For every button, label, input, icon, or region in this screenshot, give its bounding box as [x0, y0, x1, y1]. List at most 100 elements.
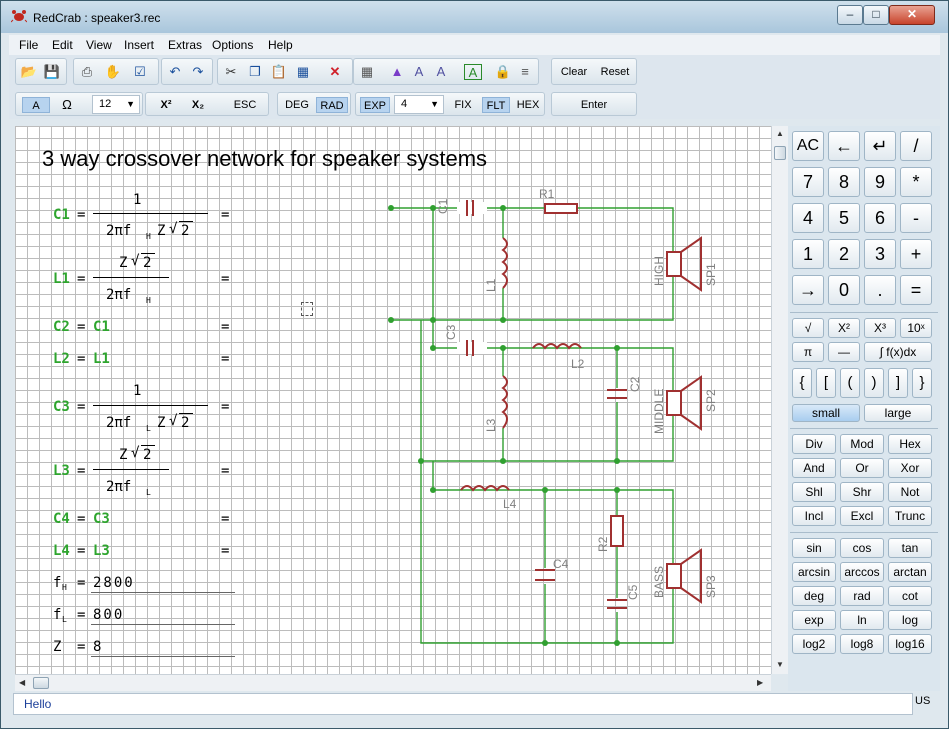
trunc-button[interactable]: Trunc — [888, 506, 932, 526]
assign-arrow-button[interactable]: → — [792, 275, 824, 305]
undo-icon[interactable]: ↶ — [166, 64, 184, 80]
incl-button[interactable]: Incl — [792, 506, 836, 526]
horizontal-scrollbar[interactable]: ◀ ▶ — [15, 674, 771, 691]
fl-value[interactable]: 800 — [93, 607, 124, 623]
grid-icon[interactable]: ▦ — [358, 64, 376, 80]
exp-button[interactable]: EXP — [360, 97, 390, 113]
fh-value[interactable]: 2800 — [93, 575, 135, 591]
hex-button[interactable]: Hex — [888, 434, 932, 454]
backspace-button[interactable]: ← — [828, 131, 860, 161]
deg-button[interactable]: DEG — [282, 97, 312, 113]
clear-button[interactable]: Clear — [556, 64, 592, 80]
ln-button[interactable]: ln — [840, 610, 884, 630]
minimize-button[interactable]: – — [837, 5, 863, 25]
excl-button[interactable]: Excl — [840, 506, 884, 526]
omega-button[interactable]: Ω — [56, 97, 78, 113]
equals-button[interactable]: = — [900, 275, 932, 305]
scroll-up-icon[interactable]: ▲ — [776, 129, 784, 138]
cot-button[interactable]: cot — [888, 586, 932, 606]
arcsin-button[interactable]: arcsin — [792, 562, 836, 582]
open-folder-icon[interactable]: 📂 — [20, 64, 38, 80]
mod-button[interactable]: Mod — [840, 434, 884, 454]
div-button[interactable]: Div — [792, 434, 836, 454]
close-button[interactable]: ✕ — [889, 5, 935, 25]
small-button[interactable]: small — [792, 404, 860, 422]
table-icon[interactable]: ▦ — [294, 64, 312, 80]
key-1[interactable]: 1 — [792, 239, 824, 269]
key-8[interactable]: 8 — [828, 167, 860, 197]
menu-view[interactable]: View — [86, 38, 112, 52]
exp-func-button[interactable]: exp — [792, 610, 836, 630]
log8-button[interactable]: log8 — [840, 634, 884, 654]
maximize-button[interactable]: □ — [863, 5, 889, 25]
shl-button[interactable]: Shl — [792, 482, 836, 502]
deg-func-button[interactable]: deg — [792, 586, 836, 606]
vertical-scroll-thumb[interactable] — [774, 146, 786, 160]
brace-close-button[interactable]: } — [912, 368, 932, 398]
enter-button[interactable]: Enter — [556, 97, 632, 113]
rad-func-button[interactable]: rad — [840, 586, 884, 606]
superscript-button[interactable]: X² — [154, 97, 178, 113]
redo-icon[interactable]: ↷ — [189, 64, 207, 80]
plus-button[interactable]: + — [900, 239, 932, 269]
text-box-icon[interactable]: A — [464, 64, 482, 80]
minus-button[interactable]: - — [900, 203, 932, 233]
delete-icon[interactable]: ✕ — [326, 64, 344, 80]
lock-icon[interactable]: 🔒 — [494, 64, 512, 80]
cut-icon[interactable]: ✂ — [222, 64, 240, 80]
scroll-left-icon[interactable]: ◀ — [19, 678, 25, 687]
checklist-icon[interactable]: ☑ — [131, 64, 149, 80]
key-3[interactable]: 3 — [864, 239, 896, 269]
sqrt-button[interactable]: √ — [792, 318, 824, 338]
scroll-down-icon[interactable]: ▼ — [776, 660, 784, 669]
lines-icon[interactable]: ≡ — [516, 64, 534, 80]
log-button[interactable]: log — [888, 610, 932, 630]
not-button[interactable]: Not — [888, 482, 932, 502]
font-size-select[interactable]: 12 ▼ — [92, 95, 140, 114]
subscript-button[interactable]: X₂ — [186, 97, 210, 113]
multiply-button[interactable]: * — [900, 167, 932, 197]
key-2[interactable]: 2 — [828, 239, 860, 269]
reset-button[interactable]: Reset — [596, 64, 634, 80]
integral-button[interactable]: ∫ f(x)dx — [864, 342, 932, 362]
menu-options[interactable]: Options — [212, 38, 253, 52]
text-frame-icon[interactable]: A — [432, 64, 450, 80]
key-4[interactable]: 4 — [792, 203, 824, 233]
menu-insert[interactable]: Insert — [124, 38, 154, 52]
shr-button[interactable]: Shr — [840, 482, 884, 502]
worksheet[interactable]: 3 way crossover network for speaker syst… — [15, 126, 771, 674]
menu-edit[interactable]: Edit — [52, 38, 73, 52]
paste-icon[interactable]: 📋 — [270, 64, 288, 80]
fix-button[interactable]: FIX — [450, 97, 476, 113]
z-value[interactable]: 8 — [93, 639, 101, 655]
paren-close-button[interactable]: ) — [864, 368, 884, 398]
save-icon[interactable]: 💾 — [43, 64, 61, 80]
large-button[interactable]: large — [864, 404, 932, 422]
newline-button[interactable]: ↵ — [864, 131, 896, 161]
print-icon[interactable]: ⎙ — [78, 64, 96, 80]
menu-help[interactable]: Help — [268, 38, 293, 52]
key-9[interactable]: 9 — [864, 167, 896, 197]
esc-button[interactable]: ESC — [230, 97, 260, 113]
bracket-close-button[interactable]: ] — [888, 368, 908, 398]
key-5[interactable]: 5 — [828, 203, 860, 233]
rad-button[interactable]: RAD — [316, 97, 348, 113]
log2-button[interactable]: log2 — [792, 634, 836, 654]
chart-icon[interactable]: ▲ — [388, 64, 406, 80]
xor-button[interactable]: Xor — [888, 458, 932, 478]
and-button[interactable]: And — [792, 458, 836, 478]
sin-button[interactable]: sin — [792, 538, 836, 558]
vertical-scrollbar[interactable]: ▲ ▼ — [771, 126, 788, 674]
power-ten-button[interactable]: 10ˣ — [900, 318, 932, 338]
paren-open-button[interactable]: ( — [840, 368, 860, 398]
scroll-right-icon[interactable]: ▶ — [757, 678, 763, 687]
horizontal-scroll-thumb[interactable] — [33, 677, 49, 689]
key-7[interactable]: 7 — [792, 167, 824, 197]
log16-button[interactable]: log16 — [888, 634, 932, 654]
cube-button[interactable]: X³ — [864, 318, 896, 338]
hex-button[interactable]: HEX — [514, 97, 542, 113]
hand-icon[interactable]: ✋ — [104, 64, 122, 80]
font-a-button[interactable]: A — [22, 97, 50, 113]
bracket-open-button[interactable]: [ — [816, 368, 836, 398]
digits-select[interactable]: 4 ▼ — [394, 95, 444, 114]
